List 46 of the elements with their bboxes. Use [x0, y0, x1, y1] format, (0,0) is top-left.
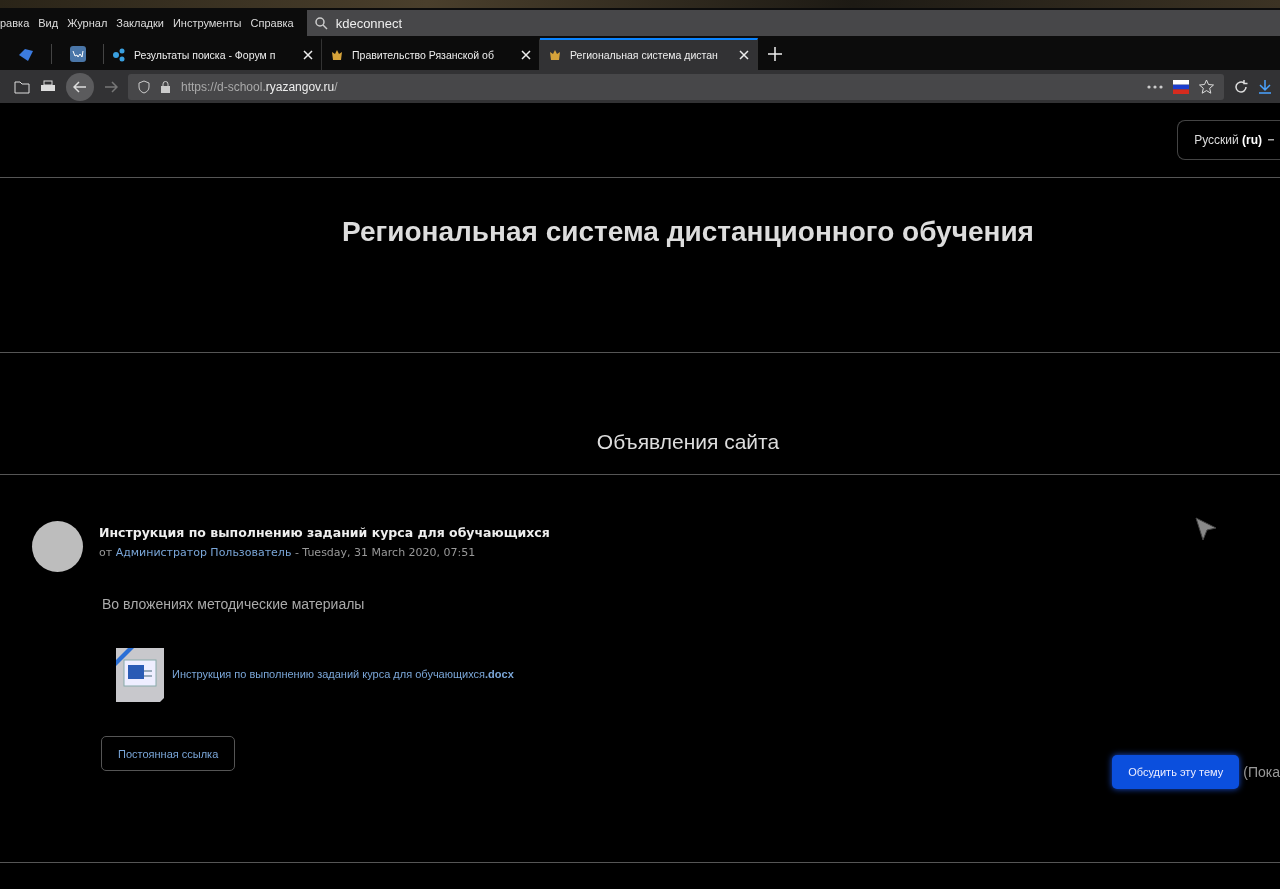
plus-icon[interactable] — [768, 47, 782, 61]
menu-item[interactable]: Справка — [250, 17, 294, 29]
print-icon[interactable] — [40, 79, 56, 94]
download-icon[interactable] — [1258, 79, 1272, 94]
site-title: Региональная система дистанционного обучения — [342, 216, 1034, 249]
close-icon[interactable] — [739, 50, 749, 60]
more-icon[interactable] — [1147, 84, 1163, 89]
crest-icon — [548, 48, 562, 62]
search-icon — [314, 16, 328, 30]
bird-icon[interactable] — [18, 47, 33, 61]
vk-icon[interactable] — [69, 46, 86, 62]
section-heading: Объявления сайта — [596, 430, 780, 454]
discuss-button[interactable]: Обсудить эту тему — [1112, 755, 1240, 789]
avatar-placeholder — [32, 521, 83, 572]
author-link[interactable]: Администратор Пользователь — [115, 546, 292, 559]
back-arrow-icon — [73, 80, 87, 93]
star-icon[interactable] — [1199, 79, 1214, 94]
permalink-button[interactable]: Постоянная ссылка — [101, 736, 236, 771]
dash-icon — [1268, 139, 1274, 141]
menu-item[interactable]: Закладки — [116, 17, 164, 29]
flag-icon[interactable] — [1173, 79, 1189, 94]
replies-note: (Пока — [1243, 764, 1280, 780]
post-meta: от Администратор Пользователь - Tuesday, 31 March 2020, 07:51 — [99, 546, 477, 559]
attachment-link[interactable]: Инструкция по выполнению заданий курса для обучающихся.docx — [172, 668, 514, 680]
reload-icon[interactable] — [1234, 79, 1248, 94]
post-title: Инструкция по выполнению заданий курса для обучающихся — [99, 525, 550, 540]
language-dropdown[interactable]: Русский (ru) — [1177, 120, 1280, 160]
back-button[interactable] — [66, 72, 94, 101]
post-body: Во вложениях методические материалы — [102, 596, 366, 612]
lock-icon — [160, 80, 171, 93]
crest-icon — [330, 48, 344, 62]
close-icon[interactable] — [521, 50, 531, 60]
forward-icon[interactable] — [104, 80, 118, 93]
menu-item[interactable]: равка — [0, 17, 30, 29]
menu-item[interactable]: Журнал — [67, 17, 108, 29]
close-icon[interactable] — [303, 50, 313, 60]
word-document-icon — [114, 646, 166, 702]
menu-item[interactable]: Вид — [38, 17, 59, 29]
browser-tab[interactable]: Региональная система дистан — [540, 38, 758, 70]
folder-icon[interactable] — [14, 79, 30, 94]
cursor-icon — [1195, 517, 1217, 543]
shield-icon — [138, 79, 150, 94]
menu-item[interactable]: Инструменты — [172, 17, 242, 29]
network-icon — [112, 48, 126, 62]
search-field[interactable]: kdeconnect — [306, 10, 1280, 36]
address-field[interactable]: https://d-school.ryazangov.ru/ — [128, 73, 1224, 100]
